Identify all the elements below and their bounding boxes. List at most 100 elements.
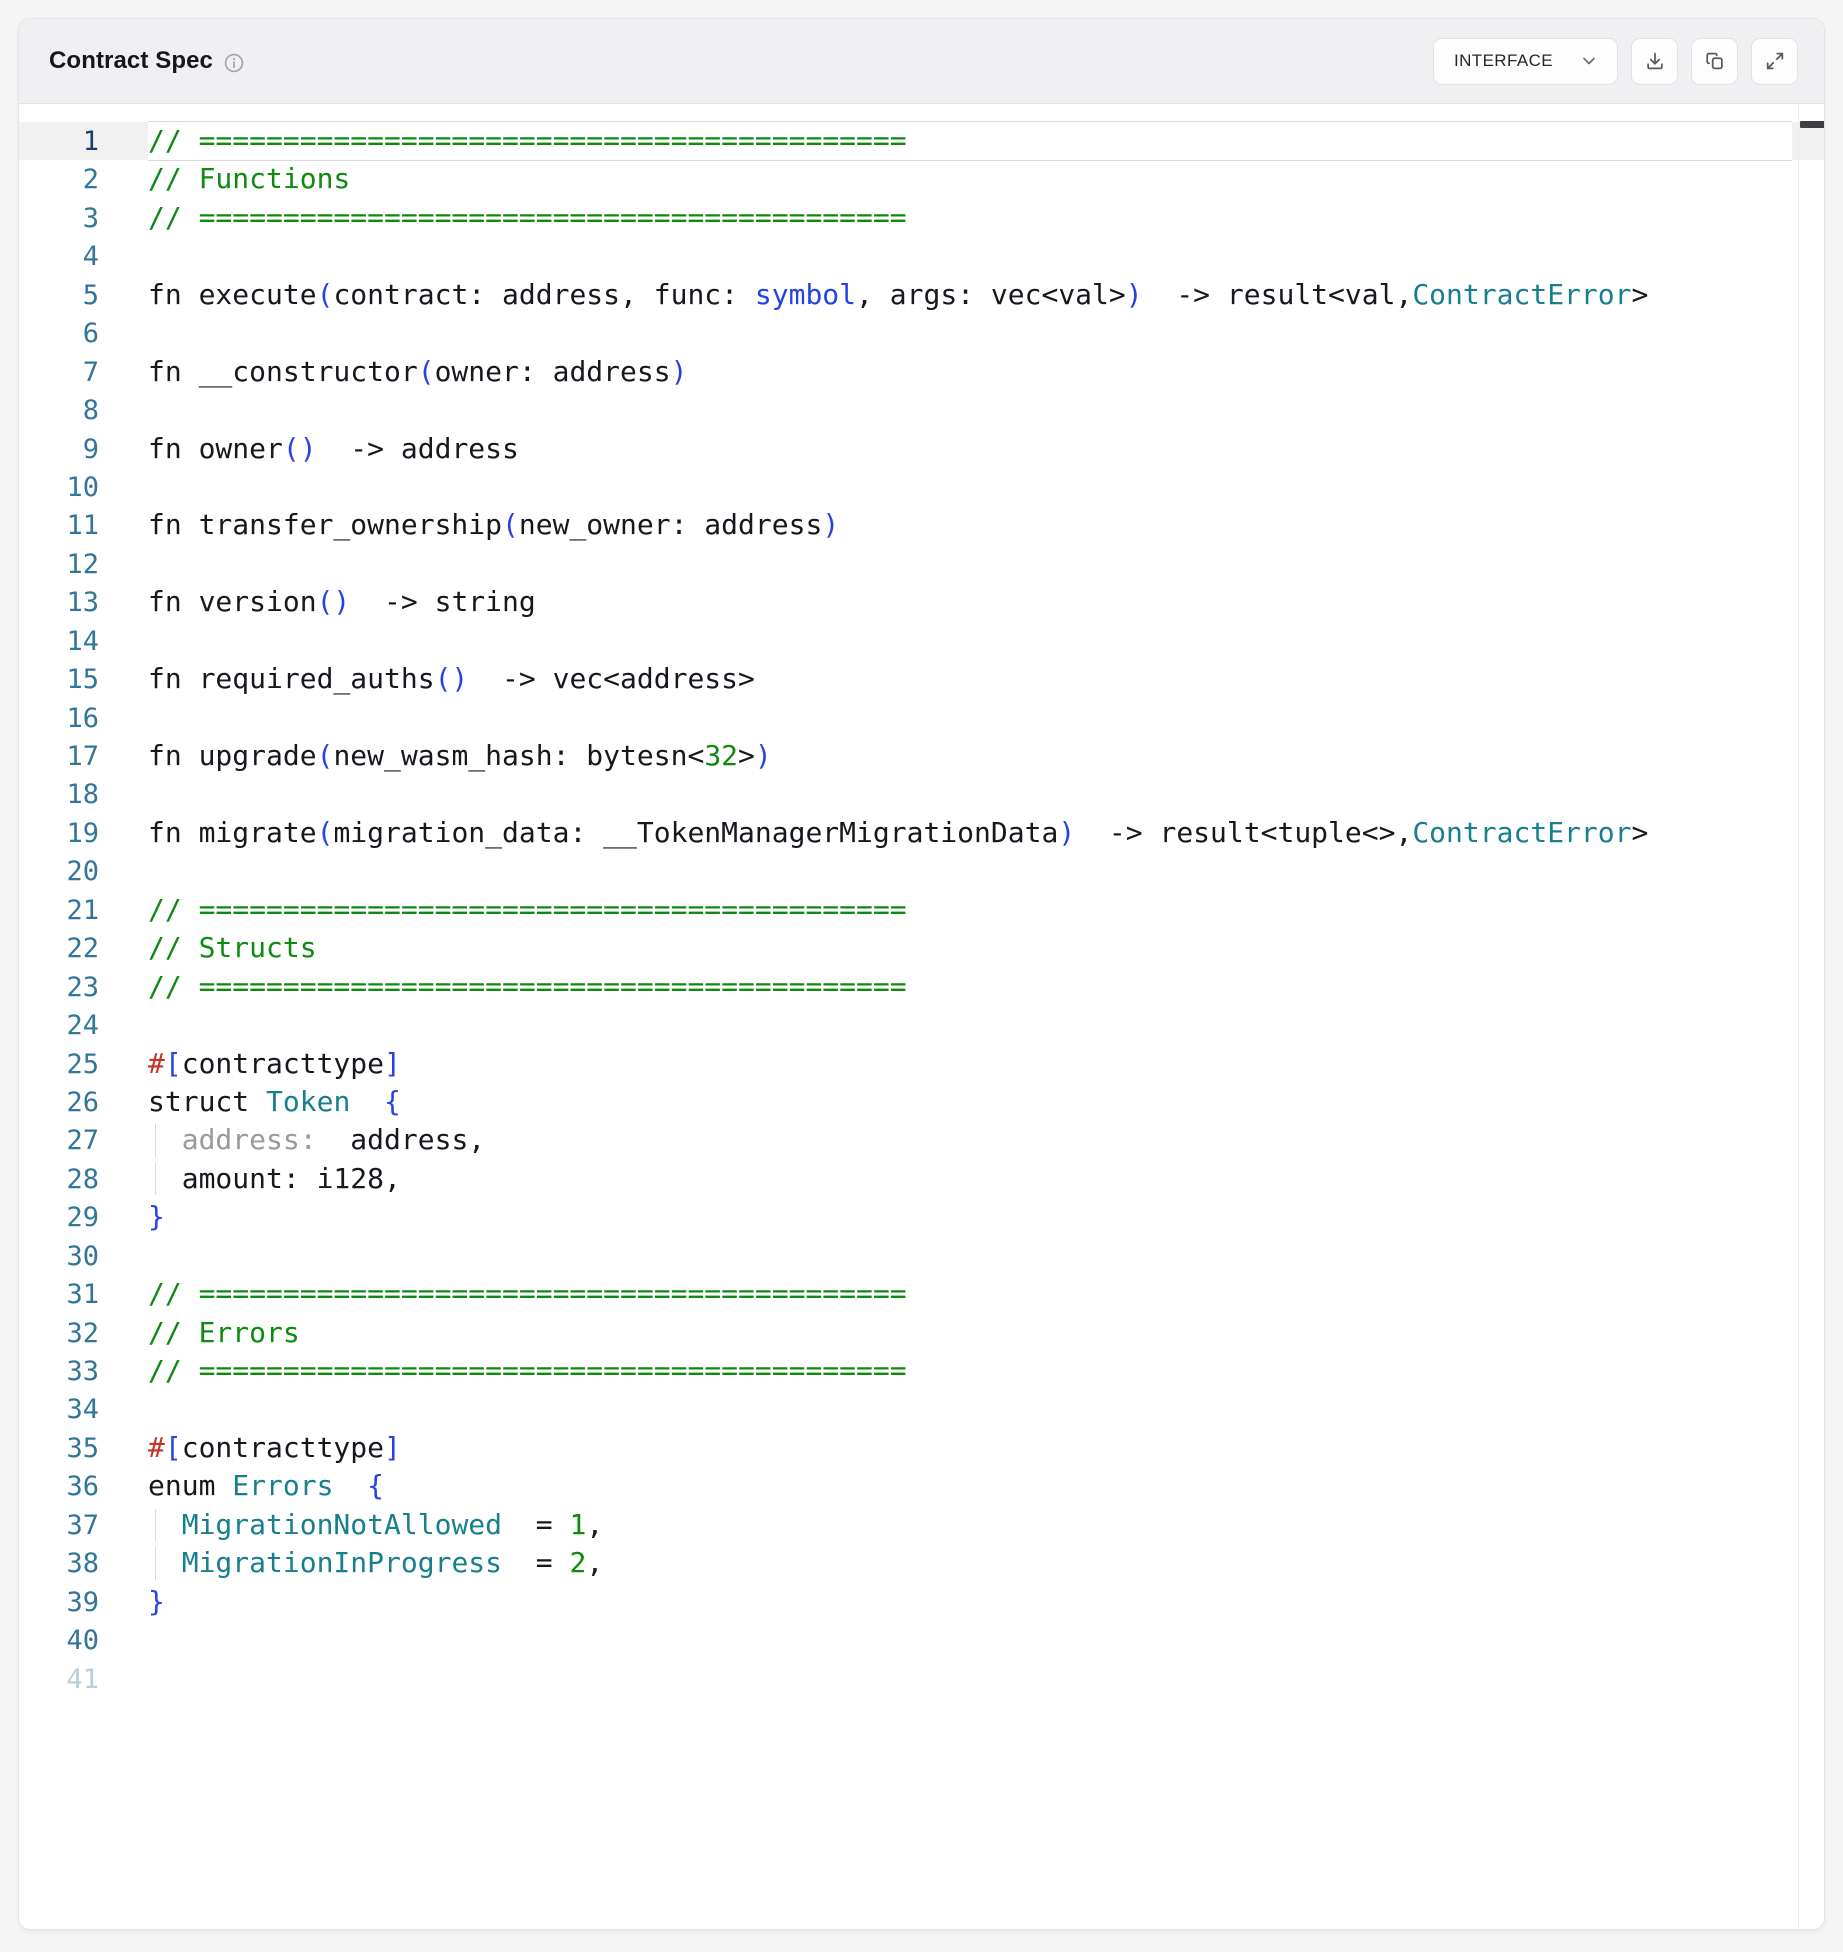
code-text: MigrationNotAllowed = 1,	[99, 1508, 603, 1541]
line-number: 9	[19, 431, 99, 469]
code-line: 31// ===================================…	[19, 1275, 1824, 1313]
code-text: struct Token {	[99, 1085, 401, 1118]
line-number: 33	[19, 1353, 99, 1391]
code-line: 11fn transfer_ownership(new_owner: addre…	[19, 506, 1824, 544]
line-number: 20	[19, 853, 99, 891]
code-line: 24	[19, 1006, 1824, 1044]
chevron-down-icon	[1579, 51, 1599, 71]
line-number: 5	[19, 277, 99, 315]
line-number: 7	[19, 354, 99, 392]
code-line: 10	[19, 468, 1824, 506]
code-text: }	[99, 1200, 165, 1233]
code-text	[99, 854, 148, 887]
info-icon[interactable]	[223, 52, 245, 74]
code-line: 17fn upgrade(new_wasm_hash: bytesn<32>)	[19, 737, 1824, 775]
code-lines: 1// ====================================…	[19, 104, 1824, 1698]
code-text: fn transfer_ownership(new_owner: address…	[99, 508, 839, 541]
expand-button[interactable]	[1751, 38, 1798, 85]
line-number: 16	[19, 700, 99, 738]
line-number: 29	[19, 1199, 99, 1237]
code-text	[99, 239, 148, 272]
code-text	[99, 547, 148, 580]
line-number: 17	[19, 738, 99, 776]
code-line: 25#[contracttype]	[19, 1045, 1824, 1083]
line-number: 13	[19, 584, 99, 622]
expand-icon	[1764, 50, 1786, 72]
code-text: fn version() -> string	[99, 585, 536, 618]
code-line: 37 MigrationNotAllowed = 1,	[19, 1506, 1824, 1544]
code-text: fn __constructor(owner: address)	[99, 355, 687, 388]
line-number: 35	[19, 1430, 99, 1468]
format-select[interactable]: INTERFACE	[1433, 38, 1618, 85]
code-line: 16	[19, 699, 1824, 737]
code-line: 27 address: address,	[19, 1121, 1824, 1159]
code-line: 33// ===================================…	[19, 1352, 1824, 1390]
scrollbar-thumb[interactable]	[1800, 121, 1824, 128]
code-viewer[interactable]: 1// ====================================…	[19, 104, 1824, 1929]
code-line: 30	[19, 1237, 1824, 1275]
line-number: 21	[19, 892, 99, 930]
code-line: 18	[19, 775, 1824, 813]
code-text	[99, 701, 148, 734]
card-header: Contract Spec INTERFACE	[19, 19, 1824, 104]
code-line: 4	[19, 237, 1824, 275]
line-number: 36	[19, 1468, 99, 1506]
code-text: fn required_auths() -> vec<address>	[99, 662, 755, 695]
line-number: 23	[19, 969, 99, 1007]
code-text: // =====================================…	[99, 970, 907, 1003]
line-number: 12	[19, 546, 99, 584]
code-text: // =====================================…	[99, 124, 907, 157]
line-number: 41	[19, 1661, 99, 1699]
code-line: 8	[19, 391, 1824, 429]
code-text	[99, 1662, 148, 1695]
line-number: 37	[19, 1507, 99, 1545]
line-number: 32	[19, 1315, 99, 1353]
line-number: 6	[19, 315, 99, 353]
code-line: 7fn __constructor(owner: address)	[19, 353, 1824, 391]
line-number: 22	[19, 930, 99, 968]
code-text: fn upgrade(new_wasm_hash: bytesn<32>)	[99, 739, 772, 772]
code-line: 5fn execute(contract: address, func: sym…	[19, 276, 1824, 314]
line-number: 27	[19, 1122, 99, 1160]
line-number: 34	[19, 1391, 99, 1429]
code-text: // Structs	[99, 931, 317, 964]
code-line: 19fn migrate(migration_data: __TokenMana…	[19, 814, 1824, 852]
code-line: 40	[19, 1621, 1824, 1659]
line-number: 1	[19, 123, 99, 161]
download-icon	[1644, 50, 1666, 72]
page-title: Contract Spec	[49, 47, 213, 75]
code-line: 26struct Token {	[19, 1083, 1824, 1121]
code-line: 35#[contracttype]	[19, 1429, 1824, 1467]
copy-button[interactable]	[1691, 38, 1738, 85]
code-text: fn migrate(migration_data: __TokenManage…	[99, 816, 1648, 849]
code-text: // =====================================…	[99, 1277, 907, 1310]
download-button[interactable]	[1631, 38, 1678, 85]
line-number: 25	[19, 1046, 99, 1084]
code-line: 12	[19, 545, 1824, 583]
code-text: amount: i128,	[99, 1162, 401, 1195]
code-line: 36enum Errors {	[19, 1467, 1824, 1505]
code-line: 2// Functions	[19, 160, 1824, 198]
line-number: 2	[19, 161, 99, 199]
code-line: 1// ====================================…	[19, 122, 1824, 160]
line-number: 19	[19, 815, 99, 853]
code-line: 20	[19, 852, 1824, 890]
code-text	[99, 1239, 148, 1272]
code-text: address: address,	[99, 1123, 485, 1156]
code-text: enum Errors {	[99, 1469, 384, 1502]
line-number: 8	[19, 392, 99, 430]
line-number: 31	[19, 1276, 99, 1314]
code-line: 21// ===================================…	[19, 891, 1824, 929]
line-number: 38	[19, 1545, 99, 1583]
code-text: #[contracttype]	[99, 1431, 401, 1464]
line-number: 10	[19, 469, 99, 507]
code-text: // =====================================…	[99, 201, 907, 234]
line-number: 28	[19, 1161, 99, 1199]
code-text	[99, 777, 148, 810]
line-number: 4	[19, 238, 99, 276]
code-text	[99, 316, 148, 349]
code-text	[99, 1623, 148, 1656]
code-line: 9fn owner() -> address	[19, 430, 1824, 468]
contract-spec-card: Contract Spec INTERFACE	[18, 18, 1825, 1930]
line-number: 15	[19, 661, 99, 699]
